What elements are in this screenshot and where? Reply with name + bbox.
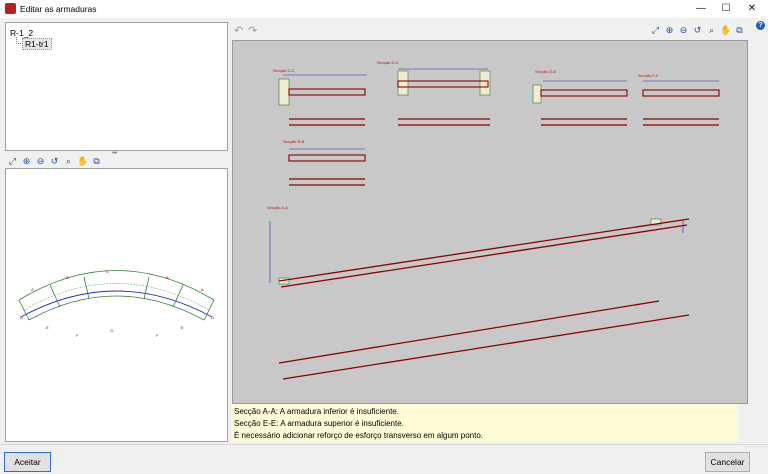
message-line: Secção A-A: A armadura inferior é insufi… bbox=[234, 407, 399, 416]
zoom-previous-icon[interactable]: ↺ bbox=[49, 156, 60, 167]
zoom-previous-icon[interactable]: ↺ bbox=[692, 25, 703, 36]
maximize-button[interactable]: ☐ bbox=[714, 0, 738, 18]
cancel-button[interactable]: Cancelar bbox=[705, 452, 750, 472]
redo-icon[interactable]: ↷ bbox=[248, 24, 257, 37]
app-icon bbox=[5, 3, 16, 14]
message-line: Secção E-E: A armadura superior é insufi… bbox=[234, 419, 404, 428]
svg-text:D: D bbox=[20, 315, 23, 320]
rebar-drawing bbox=[269, 68, 720, 380]
reinforcement-drawing[interactable]: Secção C-C Secção D-D Secção E-E Secção … bbox=[232, 40, 748, 404]
panel-splitter[interactable]: ••• bbox=[112, 150, 117, 157]
zoom-out-icon[interactable]: ⊖ bbox=[678, 25, 689, 36]
section-ee-label: Secção E-E bbox=[535, 69, 557, 74]
pan-hand-icon[interactable]: ✋ bbox=[720, 25, 731, 36]
svg-text:A: A bbox=[31, 287, 34, 292]
section-aa-label: Secção A-A bbox=[267, 205, 288, 210]
svg-text:D: D bbox=[211, 315, 214, 320]
messages-panel: Secção A-A: A armadura inferior é insufi… bbox=[232, 404, 738, 441]
svg-text:F: F bbox=[156, 333, 159, 338]
plan-preview[interactable]: A A B B C D D E E F F G bbox=[5, 168, 228, 442]
help-icon[interactable]: ? bbox=[756, 21, 765, 30]
close-button[interactable]: ✕ bbox=[740, 0, 764, 18]
svg-text:E: E bbox=[46, 325, 49, 330]
preview-toolbar: ⤢ ⊕ ⊖ ↺ ⌕ ✋ ⧉ bbox=[7, 156, 102, 168]
pan-hand-icon[interactable]: ✋ bbox=[77, 156, 88, 167]
svg-text:E: E bbox=[181, 325, 184, 330]
footer-divider bbox=[0, 444, 768, 445]
zoom-window-icon[interactable]: ⊕ bbox=[21, 156, 32, 167]
window-title: Editar as armaduras bbox=[20, 4, 97, 14]
zoom-extents-icon[interactable]: ⤢ bbox=[650, 25, 661, 36]
curved-beam-plan: A A B B C D D E E F F G bbox=[18, 269, 215, 338]
svg-text:F: F bbox=[76, 333, 79, 338]
svg-text:C: C bbox=[106, 269, 109, 274]
select-window-icon[interactable]: ⧉ bbox=[91, 156, 102, 167]
title-bar: Editar as armaduras — ☐ ✕ bbox=[0, 0, 768, 18]
zoom-in-icon[interactable]: ⌕ bbox=[706, 25, 717, 36]
section-dd-label: Secção D-D bbox=[377, 60, 399, 65]
zoom-window-icon[interactable]: ⊕ bbox=[664, 25, 675, 36]
undo-icon[interactable]: ↶ bbox=[234, 24, 243, 37]
svg-text:B: B bbox=[166, 275, 169, 280]
svg-text:B: B bbox=[66, 275, 69, 280]
svg-text:A: A bbox=[201, 287, 204, 292]
minimize-button[interactable]: — bbox=[689, 0, 713, 18]
accept-button[interactable]: Aceitar bbox=[4, 452, 51, 472]
select-window-icon[interactable]: ⧉ bbox=[734, 25, 745, 36]
reinforcement-tree: R-1_2 R1-tr1 bbox=[5, 22, 228, 151]
zoom-in-icon[interactable]: ⌕ bbox=[63, 156, 74, 167]
drawing-toolbar: ⤢ ⊕ ⊖ ↺ ⌕ ✋ ⧉ bbox=[650, 25, 745, 37]
section-bb-label: Secção B-B bbox=[283, 139, 305, 144]
svg-text:G: G bbox=[110, 328, 113, 333]
zoom-out-icon[interactable]: ⊖ bbox=[35, 156, 46, 167]
message-line: É necessário adicionar reforço de esforç… bbox=[234, 431, 484, 440]
tree-child-item[interactable]: R1-tr1 bbox=[22, 38, 52, 50]
section-cc-label: Secção C-C bbox=[273, 68, 295, 73]
section-ff-label: Secção F-F bbox=[638, 73, 659, 78]
zoom-extents-icon[interactable]: ⤢ bbox=[7, 156, 18, 167]
